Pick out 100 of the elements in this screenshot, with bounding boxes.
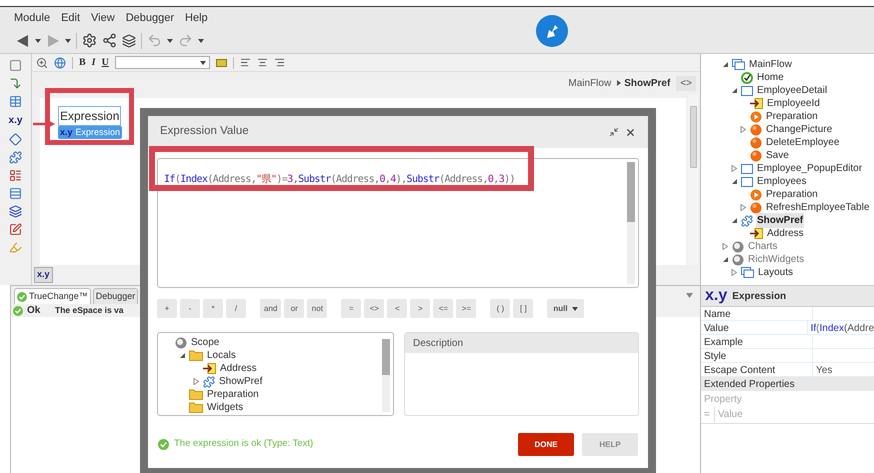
window-stack-icon [741, 267, 754, 278]
caret-icon[interactable] [572, 306, 578, 310]
menu-item[interactable]: Module [14, 10, 50, 26]
palette-item[interactable]: x.y [8, 113, 22, 128]
operator-button[interactable]: <= [433, 299, 454, 318]
operator-button[interactable]: not [307, 299, 328, 318]
null-dropdown[interactable]: null [547, 299, 584, 318]
property-name: Name [701, 307, 813, 320]
expander-icon[interactable] [730, 87, 738, 94]
operator-button[interactable]: < [387, 299, 408, 318]
tree-item[interactable]: RichWidgets [747, 252, 806, 267]
caret-icon[interactable] [167, 38, 173, 42]
list-icon[interactable] [9, 169, 22, 182]
expander-icon[interactable] [722, 61, 728, 68]
menu-item[interactable]: Edit [61, 10, 80, 26]
scrollbar[interactable] [688, 94, 698, 265]
css-icon[interactable] [216, 58, 227, 66]
tree-item[interactable]: Layouts [757, 265, 794, 280]
tree-item[interactable]: Employees [756, 174, 808, 189]
settings-icon[interactable] [82, 33, 97, 48]
tree-item[interactable]: Preparation [765, 187, 819, 202]
tree-item[interactable]: Address [219, 361, 258, 376]
dropdown-caret-icon[interactable] [686, 293, 693, 298]
tree-item[interactable]: EmployeeId [766, 96, 821, 111]
square-icon[interactable] [9, 59, 22, 72]
edit-icon[interactable] [9, 223, 22, 236]
tree-item[interactable]: DeleteEmployee [765, 135, 840, 150]
folder-icon [189, 350, 203, 361]
operator-button[interactable]: > [410, 299, 430, 318]
code-toggle-button[interactable]: <> [676, 76, 696, 90]
tree-item[interactable]: ShowPref [756, 213, 804, 228]
designer-tab[interactable]: x.y [34, 267, 53, 283]
panel-tab[interactable]: TrueChange™ [14, 288, 91, 304]
menu-item[interactable]: View [91, 10, 115, 26]
panel-tab[interactable]: Debugger [92, 288, 138, 304]
caret-icon[interactable] [35, 38, 41, 42]
tree-item[interactable]: Widgets [206, 400, 244, 415]
check-circle-icon [13, 306, 23, 316]
tree-item[interactable]: Scope [190, 335, 220, 350]
property-value[interactable]: If(Index(Addre [808, 321, 874, 334]
format-button[interactable]: U [102, 55, 109, 70]
screen-icon [741, 176, 753, 186]
tree-item[interactable]: MainFlow [748, 57, 793, 72]
operator-button[interactable]: ( ) [490, 299, 510, 318]
format-button[interactable]: B [79, 55, 86, 70]
expression-editor[interactable]: If(Index(Address,"県")=3,Substr(Address,0,4),Substr(Address,0,3)) [157, 158, 639, 288]
tree-item[interactable]: ShowPref [218, 374, 264, 389]
menu-item[interactable]: Help [185, 10, 208, 26]
tree-item[interactable]: Home [756, 70, 785, 85]
back-icon[interactable] [16, 34, 30, 48]
zoom-icon[interactable] [36, 56, 48, 68]
tree-item[interactable]: Locals [206, 348, 237, 363]
caret-icon[interactable] [198, 38, 204, 42]
tree-item[interactable]: Charts [747, 239, 778, 254]
menu-item[interactable]: Debugger [126, 10, 174, 26]
operator-button[interactable]: >= [456, 299, 476, 318]
description-title: Description [413, 336, 464, 350]
format-button[interactable]: I [92, 55, 96, 70]
check-circle-icon [158, 439, 169, 450]
branch-icon[interactable] [102, 33, 117, 48]
caret-icon[interactable] [200, 60, 206, 64]
operator-button[interactable]: + [157, 299, 177, 318]
scrollbar[interactable] [627, 162, 635, 284]
expression-widget[interactable]: Expression [58, 106, 122, 126]
operator-button[interactable]: and [260, 299, 282, 318]
breadcrumb-link[interactable]: MainFlow [568, 76, 612, 90]
tree-item[interactable]: Preparation [765, 109, 819, 124]
arrow-turn-icon[interactable] [9, 77, 22, 90]
puzzle-icon[interactable] [9, 151, 22, 164]
tree-item[interactable]: Address [766, 226, 805, 241]
publish-icon[interactable] [535, 14, 569, 48]
caret-icon[interactable] [65, 38, 71, 42]
globe-icon[interactable] [54, 56, 66, 68]
tree-item[interactable]: ChangePicture [765, 122, 834, 137]
operator-button[interactable]: = [341, 299, 362, 318]
operator-button[interactable]: <> [364, 299, 384, 318]
operator-button[interactable]: [ ] [513, 299, 534, 318]
tree-item[interactable]: Preparation [206, 387, 260, 402]
tree-item[interactable]: Save [765, 148, 790, 163]
align-right-icon[interactable] [274, 57, 285, 68]
layers-icon[interactable] [9, 205, 22, 218]
stack-icon[interactable] [122, 34, 136, 48]
tree-item[interactable]: Employee_PopupEditor [756, 161, 864, 176]
align-center-icon[interactable] [256, 57, 268, 68]
operator-button[interactable]: - [180, 299, 200, 318]
operator-button[interactable]: or [284, 299, 304, 318]
widget-tag[interactable]: x.y Expression [58, 126, 122, 139]
done-button[interactable]: DONE [518, 433, 574, 456]
expander-icon[interactable] [178, 352, 186, 359]
tree-item[interactable]: EmployeeDetail [756, 83, 828, 98]
scrollbar[interactable] [382, 339, 390, 412]
rows-icon[interactable] [9, 187, 22, 200]
operator-button[interactable]: * [203, 299, 223, 318]
close-icon[interactable] [625, 126, 636, 138]
table-icon[interactable] [9, 95, 22, 108]
diamond-icon[interactable] [9, 133, 22, 146]
tree-item[interactable]: RefreshEmployeeTable [765, 200, 870, 215]
operator-button[interactable]: / [226, 299, 246, 318]
align-left-icon[interactable] [240, 57, 251, 68]
property-value[interactable]: Yes [813, 363, 832, 376]
